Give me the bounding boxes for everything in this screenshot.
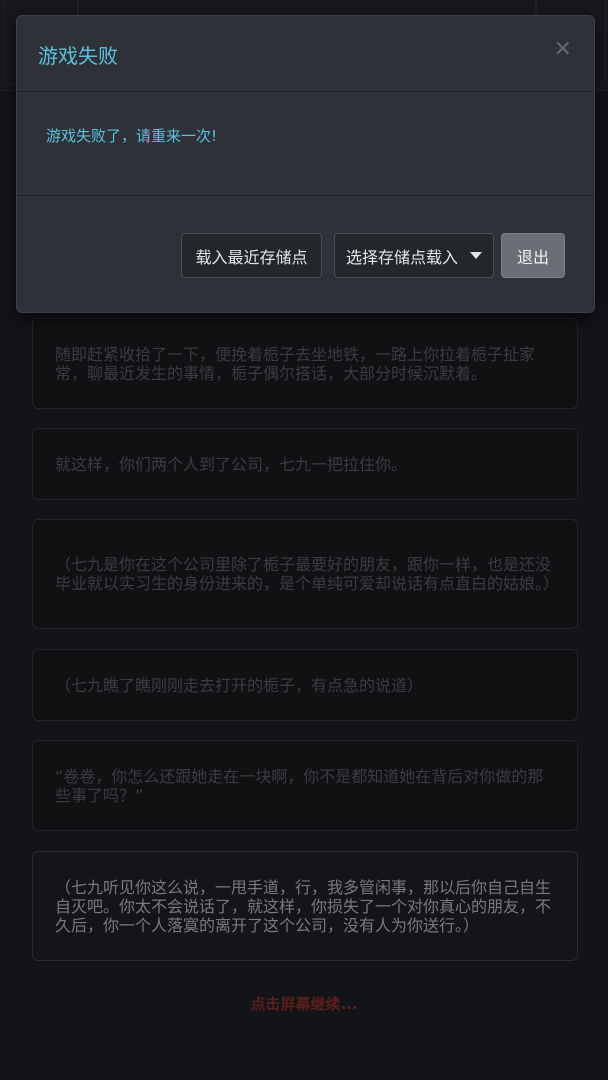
choose-save-label: 选择存储点载入 — [345, 247, 458, 267]
dialog-title: 游戏失败 — [38, 44, 118, 68]
load-recent-save-label: 载入最近存储点 — [195, 247, 308, 267]
load-recent-save-button[interactable]: 载入最近存储点 — [181, 233, 322, 278]
game-screen[interactable]: 随即赶紧收拾了一下，便挽着栀子去坐地铁，一路上你拉着栀子扯家常，聊最近发生的事情… — [0, 0, 608, 1080]
caret-down-icon — [470, 252, 482, 259]
choose-save-dropdown-button[interactable]: 选择存储点载入 — [334, 233, 494, 278]
exit-label: 退出 — [516, 247, 549, 267]
dialog-body: 游戏失败了，请重来一次! — [17, 92, 594, 196]
dialog-message: 游戏失败了，请重来一次! — [46, 127, 218, 145]
exit-button[interactable]: 退出 — [501, 233, 565, 278]
dialog-header: 游戏失败 × — [17, 16, 594, 92]
close-icon[interactable]: × — [554, 38, 572, 60]
game-over-dialog: 游戏失败 × 游戏失败了，请重来一次! 载入最近存储点 选择存储点载入 退出 — [16, 15, 595, 313]
